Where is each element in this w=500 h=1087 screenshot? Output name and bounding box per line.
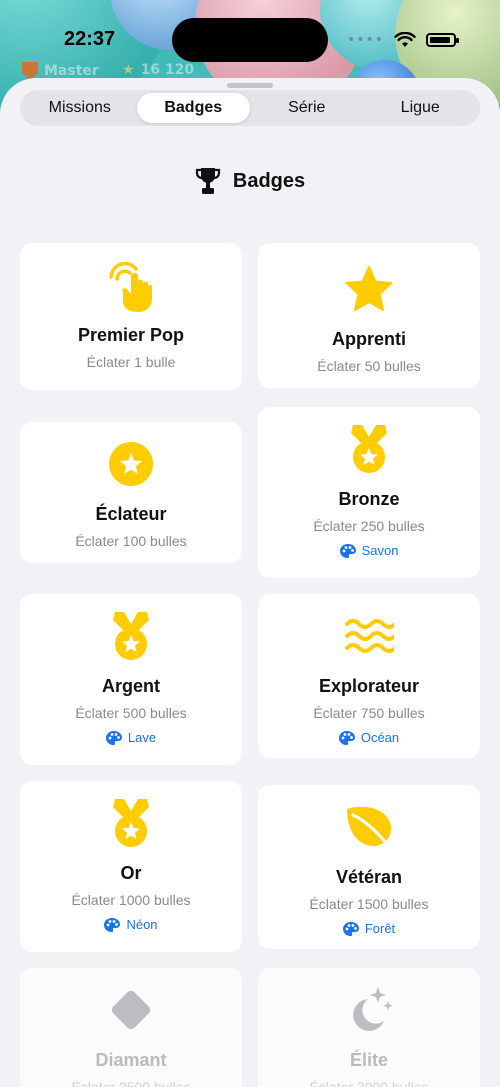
tap-hand-icon xyxy=(106,259,156,312)
reward-label: Océan xyxy=(360,730,400,745)
tab-serie[interactable]: Série xyxy=(250,93,364,123)
status-icons: •••• xyxy=(346,32,459,48)
tab-bar: Missions Badges Série Ligue xyxy=(20,90,480,126)
badge-name: Diamant xyxy=(95,1050,167,1070)
badge-description: Éclater 500 bulles xyxy=(75,705,187,721)
badge-name: Explorateur xyxy=(318,676,420,696)
badge-card-bronze[interactable]: Bronze Éclater 250 bulles Savon xyxy=(258,407,480,578)
badge-name: Apprenti xyxy=(332,329,406,349)
badge-card-eclateur[interactable]: Éclateur Éclater 100 bulles xyxy=(20,422,242,563)
wifi-icon xyxy=(394,32,416,47)
palette-icon xyxy=(104,917,121,932)
badge-card-diamant[interactable]: Diamant Éclater 2500 bulles xyxy=(20,968,242,1087)
rank-label: Master xyxy=(44,63,99,79)
badge-description: Éclater 1 bulle xyxy=(86,354,176,370)
tab-badges[interactable]: Badges xyxy=(136,93,250,123)
score-value: 16 120 xyxy=(140,62,195,78)
trophy-icon xyxy=(195,168,220,194)
reward-skin: Forêt xyxy=(342,921,396,936)
badge-card-veteran[interactable]: Vétéran Éclater 1500 bulles Forêt xyxy=(258,785,480,949)
badge-description: Éclater 100 bulles xyxy=(75,533,187,549)
badge-description: Éclater 3000 bulles xyxy=(309,1079,429,1087)
reward-label: Néon xyxy=(126,917,158,932)
badge-name: Or xyxy=(120,863,142,883)
palette-icon xyxy=(338,730,355,745)
palette-icon xyxy=(339,543,356,558)
medal-icon xyxy=(109,610,153,662)
moon-stars-icon xyxy=(344,984,394,1036)
leaf-icon xyxy=(345,801,393,853)
badge-description: Éclater 1000 bulles xyxy=(71,892,191,908)
badge-name: Bronze xyxy=(338,489,400,509)
tab-missions[interactable]: Missions xyxy=(23,93,137,123)
star-circle-icon xyxy=(108,438,154,490)
badges-sheet: Missions Badges Série Ligue Badges Premi… xyxy=(0,78,500,1087)
reward-label: Forêt xyxy=(364,921,396,936)
reward-skin: Lave xyxy=(105,730,157,745)
badge-description: Éclater 1500 bulles xyxy=(309,896,429,912)
reward-skin: Néon xyxy=(104,917,158,932)
medal-icon xyxy=(109,797,153,849)
signal-icon: •••• xyxy=(346,32,384,48)
reward-skin: Savon xyxy=(339,543,399,558)
battery-icon xyxy=(426,33,459,47)
badge-description: Éclater 750 bulles xyxy=(313,705,425,721)
badge-name: Vétéran xyxy=(335,867,403,887)
badge-card-elite[interactable]: Élite Éclater 3000 bulles xyxy=(258,968,480,1087)
tab-ligue[interactable]: Ligue xyxy=(364,93,478,123)
badge-name: Éclateur xyxy=(95,504,167,524)
badge-description: Éclater 250 bulles xyxy=(313,518,425,534)
palette-icon xyxy=(105,730,122,745)
star-icon: ★ xyxy=(122,62,135,78)
badge-description: Éclater 50 bulles xyxy=(317,358,421,374)
badge-card-apprenti[interactable]: Apprenti Éclater 50 bulles xyxy=(258,243,480,388)
badge-card-premier-pop[interactable]: Premier Pop Éclater 1 bulle xyxy=(20,243,242,390)
badge-name: Premier Pop xyxy=(77,325,185,345)
badge-card-argent[interactable]: Argent Éclater 500 bulles Lave xyxy=(20,594,242,765)
dynamic-island xyxy=(172,18,328,62)
badge-card-explorateur[interactable]: Explorateur Éclater 750 bulles Océan xyxy=(258,594,480,758)
star-icon xyxy=(344,263,394,315)
reward-skin: Océan xyxy=(338,730,400,745)
sheet-grabber[interactable] xyxy=(227,83,273,88)
waves-icon xyxy=(344,610,394,662)
reward-label: Lave xyxy=(127,730,157,745)
status-time: 22:37 xyxy=(64,28,116,50)
palette-icon xyxy=(342,921,359,936)
reward-label: Savon xyxy=(361,543,399,558)
medal-icon xyxy=(347,423,391,475)
badge-card-or[interactable]: Or Éclater 1000 bulles Néon xyxy=(20,781,242,952)
section-title: Badges xyxy=(232,169,306,192)
badge-name: Élite xyxy=(349,1050,388,1070)
badge-description: Éclater 2500 bulles xyxy=(71,1079,191,1087)
score-display: ★ 16 120 xyxy=(122,62,194,78)
diamond-icon xyxy=(106,984,156,1036)
section-header: Badges xyxy=(0,166,500,196)
badge-name: Argent xyxy=(102,676,160,696)
